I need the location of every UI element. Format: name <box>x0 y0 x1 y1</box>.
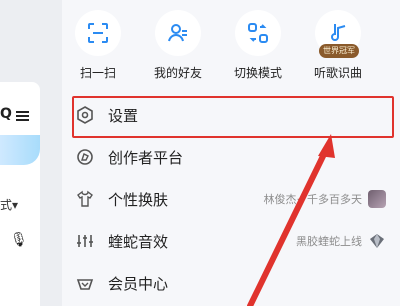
quick-music-recognition-label: 听歌识曲 <box>313 66 362 80</box>
gem-icon <box>370 234 384 248</box>
friends-icon <box>155 10 201 56</box>
quick-scan[interactable]: 扫一扫 <box>62 10 134 81</box>
menu-skin-label: 个性换肤 <box>108 190 169 209</box>
quick-actions: 扫一扫 我的好友 切换模式 世界冠军 听歌识曲 <box>62 0 400 90</box>
menu-vip-center-label: 会员中心 <box>108 274 169 293</box>
menu-vip-center[interactable]: 会员中心 <box>62 262 400 304</box>
highlight-box <box>72 96 394 138</box>
menu-skin-extra: 林俊杰·7千多百多天 <box>263 193 363 206</box>
menu-icon[interactable] <box>16 111 29 121</box>
quick-switch-mode[interactable]: 切换模式 <box>222 10 294 81</box>
menu-creator-platform[interactable]: 创作者平台 <box>62 136 400 178</box>
quick-switch-mode-label: 切换模式 <box>233 66 282 80</box>
mic-icon[interactable]: 🎙 <box>10 232 28 248</box>
menu-sound-effect-extra: 黑胶蝰蛇上线 <box>296 235 362 248</box>
background-truncated-text: 式▾ <box>0 198 19 212</box>
menu-sound-effect-label: 蝰蛇音效 <box>108 232 169 251</box>
quick-scan-label: 扫一扫 <box>79 66 116 80</box>
switch-mode-icon <box>235 10 281 56</box>
background-toolbar: Q <box>0 106 40 126</box>
champion-badge: 世界冠军 <box>319 44 359 58</box>
quick-music-recognition[interactable]: 世界冠军 听歌识曲 <box>302 10 374 81</box>
menu-skin[interactable]: 个性换肤 林俊杰·7千多百多天 <box>62 178 400 220</box>
menu-sound-effect[interactable]: 蝰蛇音效 黑胶蝰蛇上线 <box>62 220 400 262</box>
side-drawer: 扫一扫 我的好友 切换模式 世界冠军 听歌识曲 设置 创作者平台 个性换肤 林俊… <box>62 0 400 306</box>
vip-icon <box>76 279 94 290</box>
quick-friends-label: 我的好友 <box>153 66 202 80</box>
background-page: Q 式▾ 🎙 <box>0 0 62 306</box>
quick-friends[interactable]: 我的好友 <box>142 10 214 81</box>
menu-creator-platform-label: 创作者平台 <box>108 148 184 167</box>
creator-icon <box>77 149 93 165</box>
music-recognition-icon: 世界冠军 <box>315 10 361 58</box>
album-thumbnail <box>368 190 386 208</box>
scan-icon <box>75 10 121 56</box>
search-icon[interactable]: Q <box>0 106 12 122</box>
background-banner <box>0 135 40 165</box>
skin-icon <box>77 190 93 207</box>
sound-effect-icon <box>77 235 93 247</box>
